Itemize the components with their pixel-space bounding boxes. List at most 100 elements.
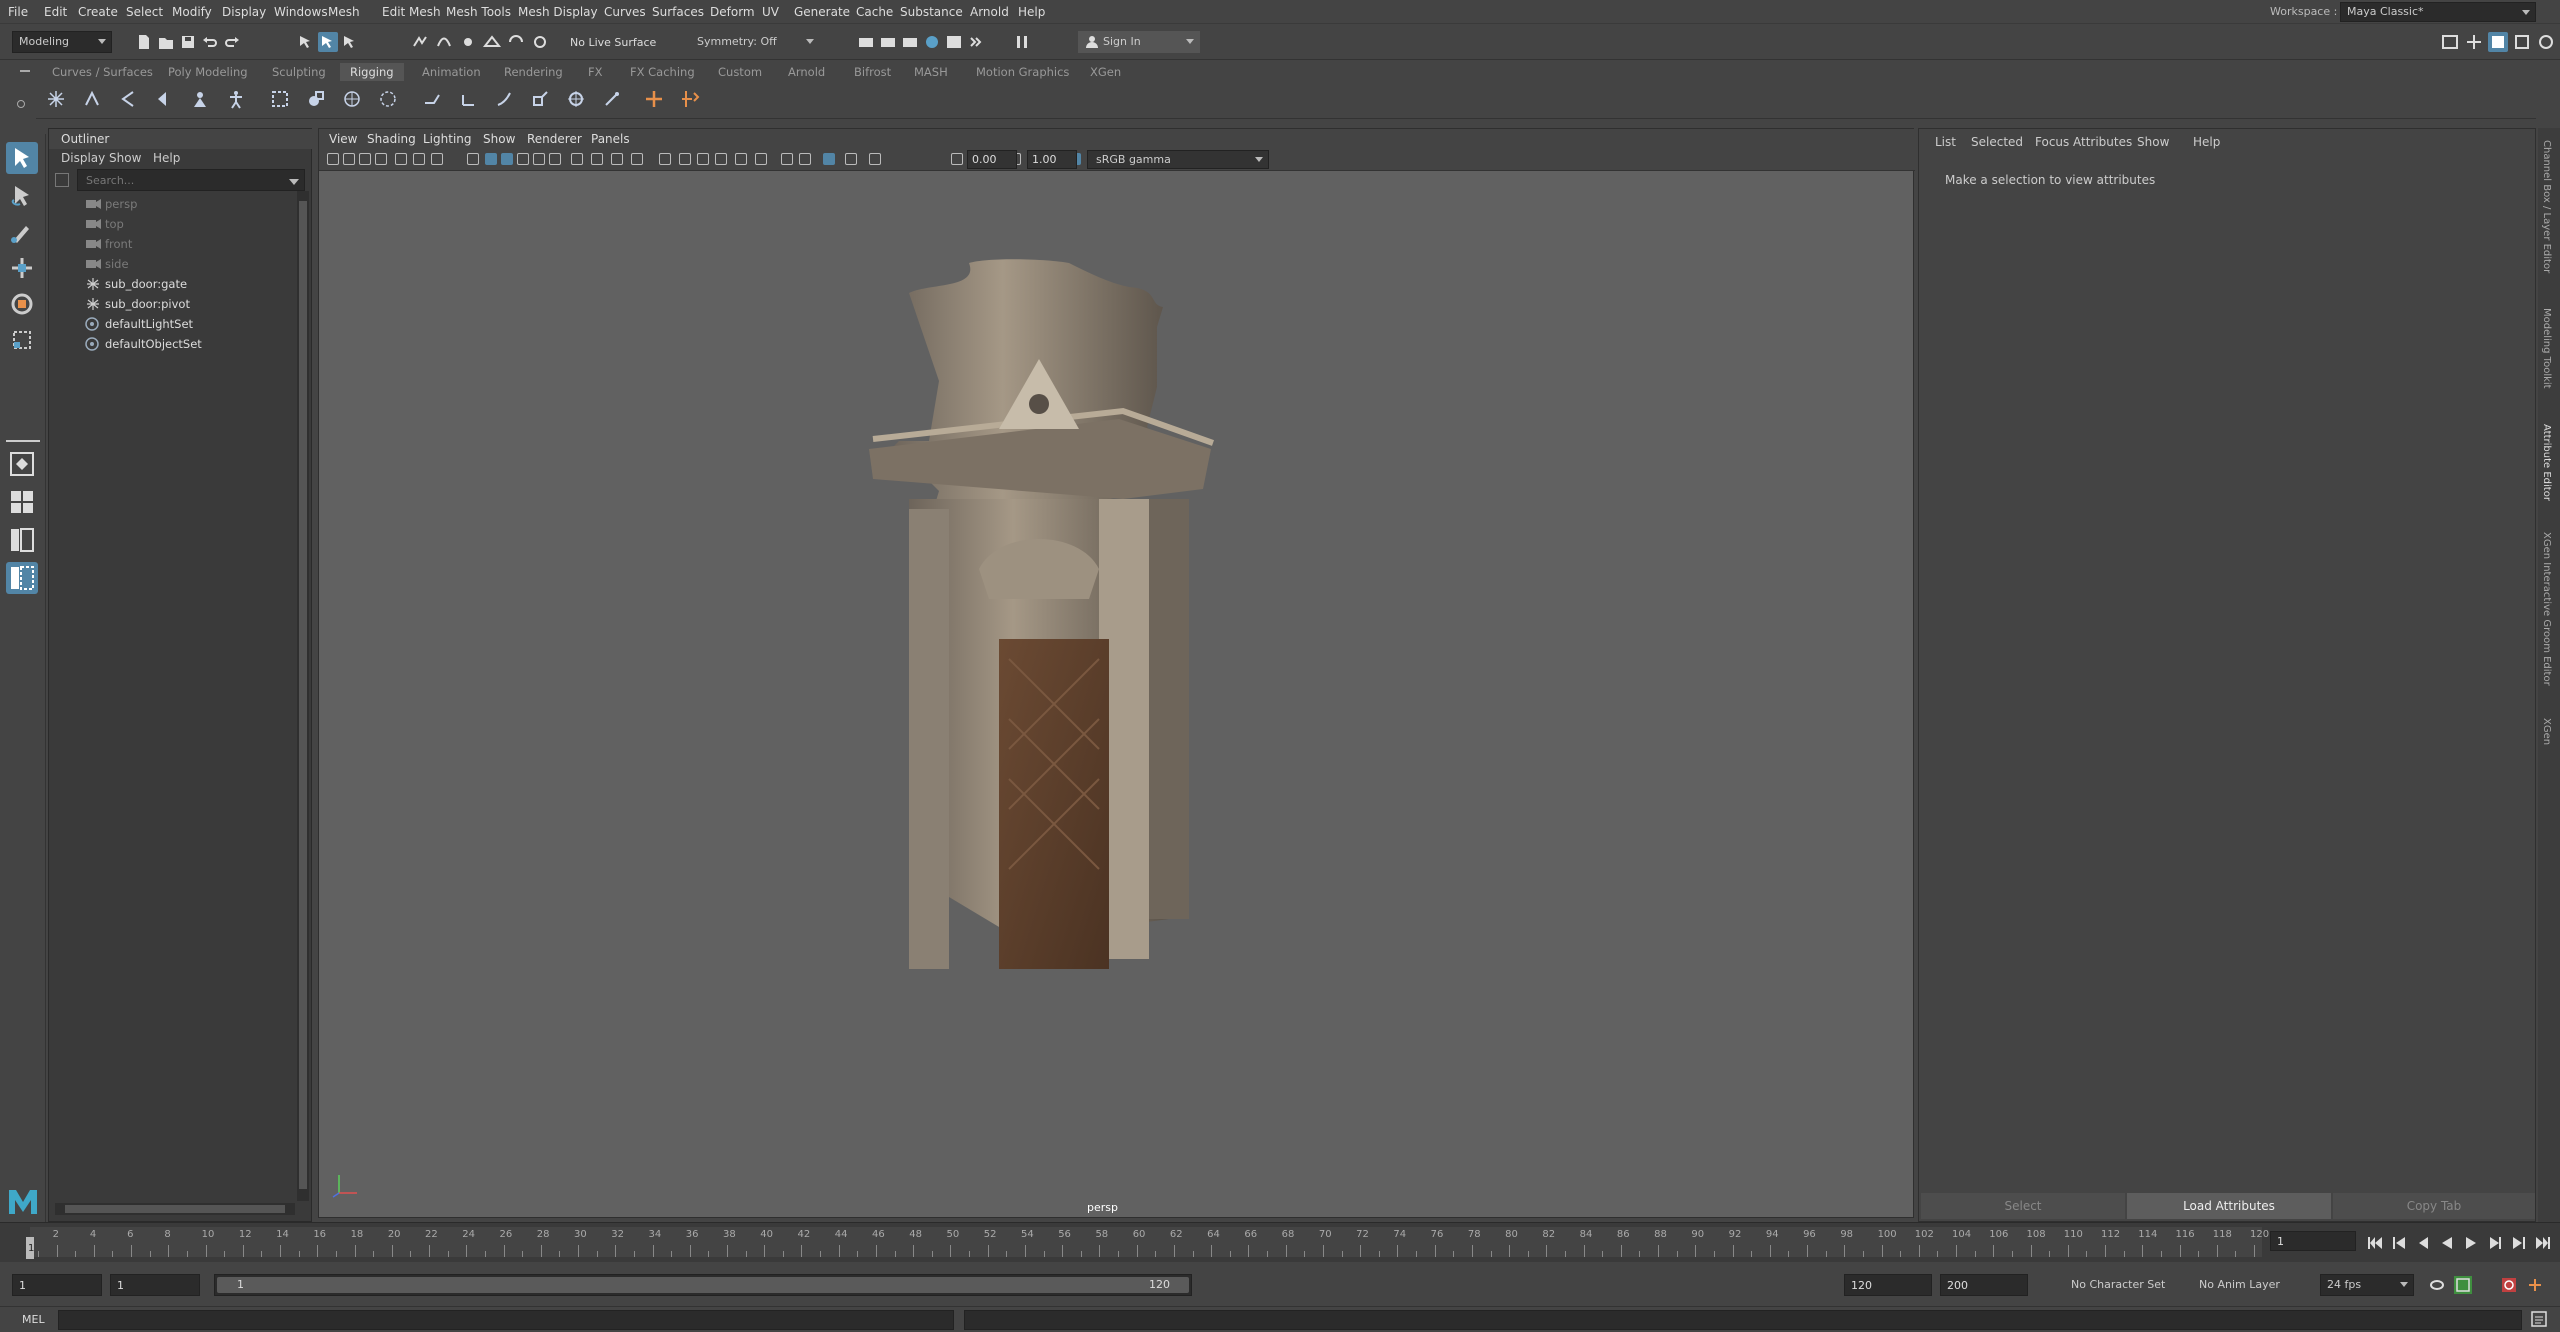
lasso-tool-icon[interactable]: [6, 180, 38, 212]
load-attributes-button[interactable]: Load Attributes: [2127, 1193, 2331, 1219]
tool-settings-icon[interactable]: [2512, 32, 2532, 52]
aa-icon[interactable]: [591, 153, 603, 165]
viewport-menu-renderer[interactable]: Renderer: [527, 132, 582, 146]
scale-tool-icon[interactable]: [6, 324, 38, 356]
anim-prefs-icon[interactable]: [2526, 1276, 2544, 1294]
ae-menu-list[interactable]: List: [1935, 135, 1956, 149]
outliner-item[interactable]: top: [85, 215, 285, 233]
ae-menu-show[interactable]: Show: [2137, 135, 2169, 149]
menu-help[interactable]: Help: [1018, 5, 1045, 19]
ipr-icon[interactable]: [966, 32, 986, 52]
shelf-tab-rendering[interactable]: Rendering: [504, 63, 563, 81]
viewport-menu-lighting[interactable]: Lighting: [423, 132, 472, 146]
search-dropdown-icon[interactable]: [289, 179, 299, 185]
viewport-menu-show[interactable]: Show: [483, 132, 515, 146]
script-editor-icon[interactable]: [2530, 1310, 2548, 1328]
blend-shape-icon[interactable]: [306, 89, 328, 111]
attribute-editor-icon[interactable]: [2488, 32, 2508, 52]
range-slider[interactable]: 1 120: [214, 1274, 1192, 1296]
fps-dropdown[interactable]: 24 fps: [2320, 1274, 2414, 1296]
anim-start-field[interactable]: 1: [12, 1274, 102, 1296]
xray-active-icon[interactable]: [679, 153, 691, 165]
render-view-icon[interactable]: [944, 32, 964, 52]
select-tool-icon[interactable]: [6, 142, 38, 174]
ae-menu-focus[interactable]: Focus: [2035, 135, 2069, 149]
shelf-tab-animation[interactable]: Animation: [422, 63, 481, 81]
use-lights-icon[interactable]: [869, 153, 881, 165]
character-set-dropdown[interactable]: No Character Set: [2064, 1274, 2190, 1296]
play-forward-icon[interactable]: [2462, 1234, 2480, 1252]
paint-weights-icon[interactable]: [190, 89, 212, 111]
scale-constraint-icon[interactable]: [530, 89, 552, 111]
ae-menu-selected[interactable]: Selected: [1971, 135, 2023, 149]
outliner-layout-icon[interactable]: [6, 562, 38, 594]
menu-mesh[interactable]: Mesh: [328, 5, 360, 19]
menu-deform[interactable]: Deform: [710, 5, 755, 19]
auto-key-icon[interactable]: [2454, 1276, 2472, 1294]
outliner-menu-show[interactable]: Show: [109, 151, 141, 165]
shadows-icon[interactable]: [533, 153, 545, 165]
select-component-icon[interactable]: [340, 32, 360, 52]
go-to-end-icon[interactable]: [2534, 1234, 2552, 1252]
playback-start-field[interactable]: 1: [110, 1274, 200, 1296]
parent-constraint-icon[interactable]: [422, 89, 444, 111]
humanik-icon[interactable]: [226, 89, 248, 111]
menu-display[interactable]: Display: [222, 5, 266, 19]
copy-tab-button[interactable]: Copy Tab: [2333, 1193, 2535, 1219]
wireframe-icon[interactable]: [467, 153, 479, 165]
snap-live-icon[interactable]: [506, 32, 526, 52]
shelf-tab-arnold[interactable]: Arnold: [788, 63, 825, 81]
open-scene-icon[interactable]: [156, 32, 176, 52]
orient-constraint-icon[interactable]: [494, 89, 516, 111]
ik-handle-icon[interactable]: [82, 89, 104, 111]
wire-on-shaded-icon[interactable]: [823, 153, 835, 165]
isolate-select-icon[interactable]: [631, 153, 643, 165]
default-material-icon[interactable]: [845, 153, 857, 165]
ao-icon[interactable]: [549, 153, 561, 165]
viewport-panel[interactable]: View Shading Lighting Show Renderer Panels 0.…: [318, 128, 1915, 1218]
four-view-layout-icon[interactable]: [6, 486, 38, 518]
select-camera-icon[interactable]: [327, 153, 339, 165]
bind-skin-icon[interactable]: [154, 89, 176, 111]
shelf-tab-custom[interactable]: Custom: [718, 63, 762, 81]
step-forward-key-icon[interactable]: [2510, 1234, 2528, 1252]
ik-spline-icon[interactable]: [118, 89, 140, 111]
loop-icon[interactable]: [2428, 1276, 2446, 1294]
sign-in-button[interactable]: Sign In: [1078, 31, 1200, 53]
exposure-icon[interactable]: [951, 153, 963, 165]
film-gate-icon[interactable]: [697, 153, 709, 165]
single-perspective-layout-icon[interactable]: [6, 448, 38, 480]
outliner-menu-display[interactable]: Display: [61, 151, 105, 165]
menu-windows[interactable]: Windows: [274, 5, 328, 19]
outliner-hscrollbar[interactable]: [55, 1203, 295, 1215]
menu-generate[interactable]: Generate: [794, 5, 850, 19]
gate-mask-icon[interactable]: [735, 153, 747, 165]
pole-vector-icon[interactable]: [602, 89, 624, 111]
select-button[interactable]: Select: [1921, 1193, 2125, 1219]
outliner-menu-help[interactable]: Help: [153, 151, 180, 165]
menu-substance[interactable]: Substance: [900, 5, 963, 19]
workspace-dropdown[interactable]: Maya Classic*: [2340, 2, 2536, 22]
outliner-item[interactable]: defaultObjectSet: [85, 335, 285, 353]
grid-icon[interactable]: [413, 153, 425, 165]
smooth-shade-icon[interactable]: [485, 153, 497, 165]
door-gate-model[interactable]: [849, 249, 1269, 969]
ae-menu-attributes[interactable]: Attributes: [2073, 135, 2132, 149]
outliner-scrollbar[interactable]: [297, 191, 309, 1201]
menu-arnold[interactable]: Arnold: [970, 5, 1009, 19]
outliner-item[interactable]: side: [85, 255, 285, 273]
menuset-dropdown[interactable]: Modeling: [12, 31, 112, 53]
auto-keyframe-toggle-icon[interactable]: [2500, 1276, 2518, 1294]
select-object-icon[interactable]: [318, 32, 338, 52]
shelf-tab-fx[interactable]: FX: [588, 63, 603, 81]
menu-surfaces[interactable]: Surfaces: [652, 5, 704, 19]
anim-layer-dropdown[interactable]: No Anim Layer: [2192, 1274, 2320, 1296]
outliner-item[interactable]: front: [85, 235, 285, 253]
aim-constraint-icon[interactable]: [566, 89, 588, 111]
shelf-tab-rigging[interactable]: Rigging: [340, 63, 404, 81]
cluster-icon[interactable]: [270, 89, 292, 111]
point-constraint-icon[interactable]: [458, 89, 480, 111]
snap-grid-icon[interactable]: [410, 32, 430, 52]
tab-xgen[interactable]: XGen: [2541, 718, 2552, 745]
snap-view-plane-icon[interactable]: [482, 32, 502, 52]
